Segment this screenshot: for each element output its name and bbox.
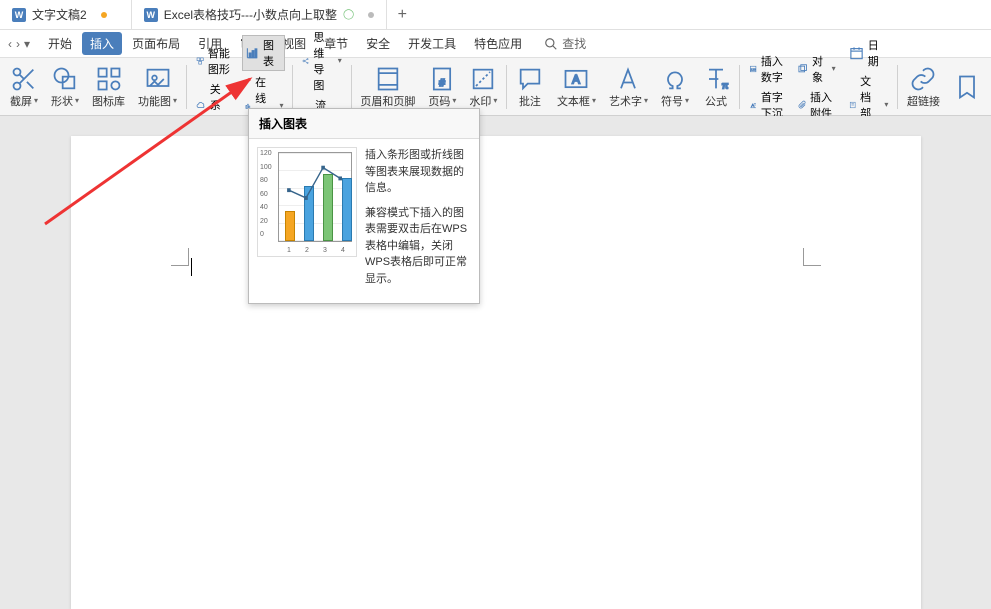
text-cursor bbox=[191, 258, 192, 276]
menu-special[interactable]: 特色应用 bbox=[466, 32, 530, 55]
ribbon-separator bbox=[897, 65, 898, 109]
tab-label: Excel表格技巧---小数点向上取整 bbox=[164, 6, 337, 23]
tooltip-chart-preview: 120 100 80 60 40 20 0 bbox=[257, 147, 357, 257]
watermark-button[interactable]: 水印▾ bbox=[463, 58, 503, 115]
page[interactable] bbox=[71, 136, 921, 609]
new-tab-button[interactable]: + bbox=[387, 6, 417, 24]
textbox-button[interactable]: A 文本框▾ bbox=[551, 58, 602, 115]
textbox-icon: A bbox=[562, 65, 590, 93]
docparts-icon bbox=[849, 97, 856, 113]
mindmap-button[interactable]: 思维导图▾ bbox=[300, 28, 344, 94]
chart-tooltip: 插入图表 120 100 80 60 40 20 0 bbox=[248, 108, 480, 304]
ribbon-separator bbox=[739, 65, 740, 109]
margin-corner-tr bbox=[803, 248, 821, 266]
insertnum-button[interactable]: 123 插入数字 bbox=[747, 52, 786, 86]
tab-label: 文字文稿2 bbox=[32, 6, 87, 23]
object-button[interactable]: 对象▾ bbox=[795, 52, 838, 86]
comment-button[interactable]: 批注 bbox=[510, 58, 550, 115]
wordart-button[interactable]: 艺术字▾ bbox=[603, 58, 654, 115]
more-button[interactable] bbox=[947, 58, 987, 115]
link-icon bbox=[909, 65, 937, 93]
svg-text:A: A bbox=[573, 73, 581, 86]
headerfooter-button[interactable]: 页眉和页脚 bbox=[354, 58, 421, 115]
svg-text:#: # bbox=[439, 77, 445, 89]
modified-indicator bbox=[101, 12, 107, 18]
smartfig-icon bbox=[196, 53, 204, 69]
document-area bbox=[0, 116, 991, 609]
search-icon bbox=[544, 37, 558, 51]
tooltip-text: 插入条形图或折线图等图表来展现数据的信息。 兼容模式下插入的图表需要双击后在WP… bbox=[365, 147, 471, 295]
iconlib-icon bbox=[95, 65, 123, 93]
tooltip-title: 插入图表 bbox=[249, 109, 479, 139]
menu-pagelayout[interactable]: 页面布局 bbox=[124, 32, 188, 55]
nav-controls: ‹ › ▾ bbox=[8, 37, 30, 51]
ribbon-separator bbox=[351, 65, 352, 109]
line-series bbox=[279, 153, 351, 241]
symbol-button[interactable]: 符号▾ bbox=[655, 58, 695, 115]
search-placeholder: 查找 bbox=[562, 35, 586, 52]
symbol-icon bbox=[661, 65, 689, 93]
screenshot-button[interactable]: 截屏▾ bbox=[4, 58, 44, 115]
shapes-button[interactable]: 形状▾ bbox=[45, 58, 85, 115]
margin-corner-tl bbox=[171, 248, 189, 266]
dropcap-icon: A bbox=[749, 97, 757, 113]
formula-button[interactable]: π 公式 bbox=[696, 58, 736, 115]
hyperlink-button[interactable]: 超链接 bbox=[901, 58, 946, 115]
svg-text:A: A bbox=[751, 103, 755, 109]
menu-security[interactable]: 安全 bbox=[358, 32, 398, 55]
menu-insert[interactable]: 插入 bbox=[82, 32, 122, 55]
bookmark-icon bbox=[953, 73, 981, 101]
formula-icon: π bbox=[702, 65, 730, 93]
smartfig-button[interactable]: 智能图形 bbox=[194, 44, 233, 78]
headerfooter-icon bbox=[374, 65, 402, 93]
svg-text:π: π bbox=[722, 80, 729, 90]
search-box[interactable]: 查找 bbox=[544, 35, 586, 52]
yaxis: 120 100 80 60 40 20 0 bbox=[260, 150, 272, 238]
menu-devtools[interactable]: 开发工具 bbox=[400, 32, 464, 55]
mindmap-icon bbox=[302, 53, 309, 69]
date-button[interactable]: 日期 bbox=[847, 36, 891, 70]
ribbon-separator bbox=[186, 65, 187, 109]
ribbon: 截屏▾ 形状▾ 图标库 功能图▾ 智能图形 关系图 图表 在线图表▾ bbox=[0, 58, 991, 116]
menu-start[interactable]: 开始 bbox=[40, 32, 80, 55]
modified-indicator bbox=[368, 12, 374, 18]
ribbon-separator bbox=[506, 65, 507, 109]
scissors-icon bbox=[10, 65, 38, 93]
paperclip-icon bbox=[797, 97, 806, 113]
funcfig-button[interactable]: 功能图▾ bbox=[132, 58, 183, 115]
chart-button[interactable]: 图表 bbox=[242, 35, 286, 71]
chart-icon bbox=[245, 45, 259, 61]
object-icon bbox=[797, 61, 808, 77]
nav-fwd-button[interactable]: › bbox=[16, 37, 20, 51]
nav-back-button[interactable]: ‹ bbox=[8, 37, 12, 51]
wordart-icon bbox=[614, 65, 642, 93]
ribbon-separator bbox=[292, 65, 293, 109]
doc-icon: W bbox=[12, 8, 26, 22]
document-tab-1[interactable]: W 文字文稿2 bbox=[0, 0, 132, 29]
pagenum-icon: # bbox=[428, 65, 456, 93]
shapes-icon bbox=[51, 65, 79, 93]
document-tab-2[interactable]: W Excel表格技巧---小数点向上取整 ◯ bbox=[132, 0, 388, 29]
calendar-icon bbox=[849, 45, 864, 61]
pagenum-button[interactable]: # 页码▾ bbox=[422, 58, 462, 115]
number-icon: 123 bbox=[749, 61, 757, 77]
tab-bar: W 文字文稿2 W Excel表格技巧---小数点向上取整 ◯ + bbox=[0, 0, 991, 30]
iconlib-button[interactable]: 图标库 bbox=[86, 58, 131, 115]
watermark-icon bbox=[469, 65, 497, 93]
svg-text:123: 123 bbox=[750, 67, 755, 71]
xaxis: 1 2 3 4 bbox=[280, 247, 352, 254]
cloud-icon bbox=[196, 97, 206, 113]
tab-status-icon: ◯ bbox=[343, 9, 354, 20]
comment-icon bbox=[516, 65, 544, 93]
funcfig-icon bbox=[144, 65, 172, 93]
doc-icon: W bbox=[144, 8, 158, 22]
plot-area bbox=[278, 152, 352, 242]
nav-dropdown[interactable]: ▾ bbox=[24, 37, 30, 51]
